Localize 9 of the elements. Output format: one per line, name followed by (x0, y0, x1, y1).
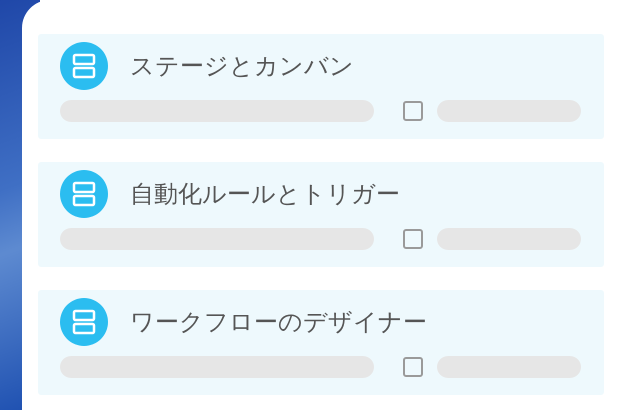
card-title: 自動化ルールとトリガー (130, 179, 400, 210)
layout-icon (60, 298, 108, 346)
checkbox[interactable] (403, 229, 423, 249)
layout-icon (60, 42, 108, 90)
card-title: ステージとカンバン (130, 51, 354, 82)
checkbox[interactable] (403, 357, 423, 377)
card-title: ワークフローのデザイナー (130, 307, 427, 338)
layout-icon (60, 170, 108, 218)
checkbox[interactable] (403, 101, 423, 121)
